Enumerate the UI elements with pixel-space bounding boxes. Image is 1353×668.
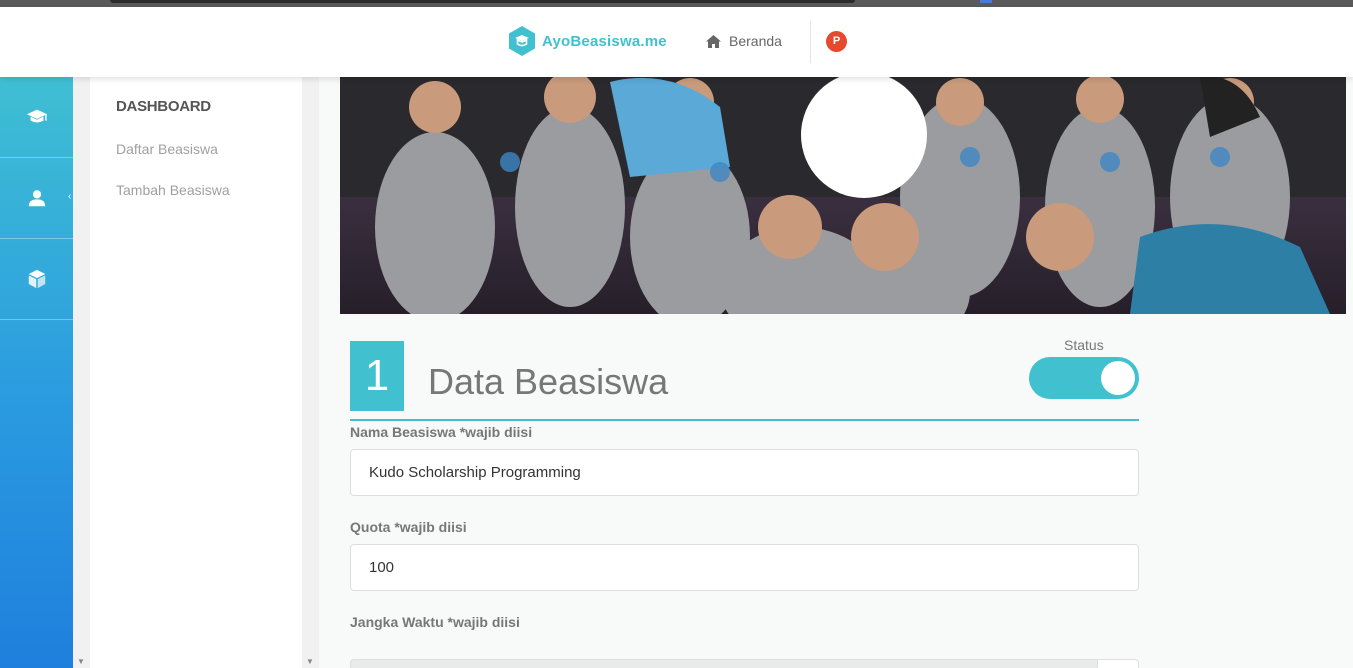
sidebar-item-profile[interactable] xyxy=(0,158,73,239)
user-icon xyxy=(28,190,45,207)
status-label: Status xyxy=(1064,337,1104,353)
nama-beasiswa-input[interactable] xyxy=(350,449,1139,496)
menu-scrollbar[interactable]: ▼ xyxy=(302,77,319,668)
section-header: 1 Data Beasiswa xyxy=(350,341,1139,421)
scroll-down-arrow-icon[interactable]: ▼ xyxy=(77,657,85,666)
browser-indicator xyxy=(980,0,992,3)
menu-panel: DASHBOARD Daftar Beasiswa Tambah Beasisw… xyxy=(90,77,302,668)
nav-home-link[interactable]: Beranda xyxy=(706,33,782,49)
quota-label: Quota *wajib diisi xyxy=(350,519,467,535)
browser-strip xyxy=(0,0,1353,7)
status-toggle-knob xyxy=(1101,361,1135,395)
jangka-waktu-input[interactable] xyxy=(350,659,1098,668)
menu-item-tambah-beasiswa[interactable]: Tambah Beasiswa xyxy=(116,182,230,198)
brand-name: AyoBeasiswa.me xyxy=(542,32,667,50)
menu-title: DASHBOARD xyxy=(116,98,211,115)
status-toggle[interactable] xyxy=(1029,357,1139,399)
main-content: 1 Data Beasiswa Status Nama Beasiswa *wa… xyxy=(319,77,1353,668)
top-navbar: AyoBeasiswa.me Beranda P xyxy=(0,7,1353,77)
graduation-cap-icon xyxy=(26,109,47,123)
nav-divider xyxy=(810,21,811,63)
jangka-waktu-label: Jangka Waktu *wajib diisi xyxy=(350,614,520,630)
icon-sidebar: ‹ xyxy=(0,77,73,668)
jangka-waktu-addon[interactable] xyxy=(1098,659,1139,668)
scroll-down-arrow-icon[interactable]: ▼ xyxy=(306,657,314,666)
nav-home-label: Beranda xyxy=(729,33,782,49)
section-title: Data Beasiswa xyxy=(428,361,669,402)
cube-icon xyxy=(28,269,45,289)
sidebar-scrollbar[interactable]: ▼ xyxy=(73,77,90,668)
section-number: 1 xyxy=(350,341,404,411)
cover-photo xyxy=(340,77,1346,314)
profile-photo-placeholder[interactable] xyxy=(801,77,927,198)
quota-input[interactable] xyxy=(350,544,1139,591)
brand-link[interactable]: AyoBeasiswa.me xyxy=(508,25,667,57)
sidebar-item-beasiswa[interactable] xyxy=(0,77,73,158)
sidebar-item-packages[interactable] xyxy=(0,239,73,320)
browser-tab-bar xyxy=(110,0,855,3)
nama-beasiswa-label: Nama Beasiswa *wajib diisi xyxy=(350,424,533,440)
brand-logo-icon xyxy=(509,26,535,56)
user-avatar[interactable]: P xyxy=(826,31,847,52)
menu-item-daftar-beasiswa[interactable]: Daftar Beasiswa xyxy=(116,141,218,157)
home-icon xyxy=(706,34,721,48)
